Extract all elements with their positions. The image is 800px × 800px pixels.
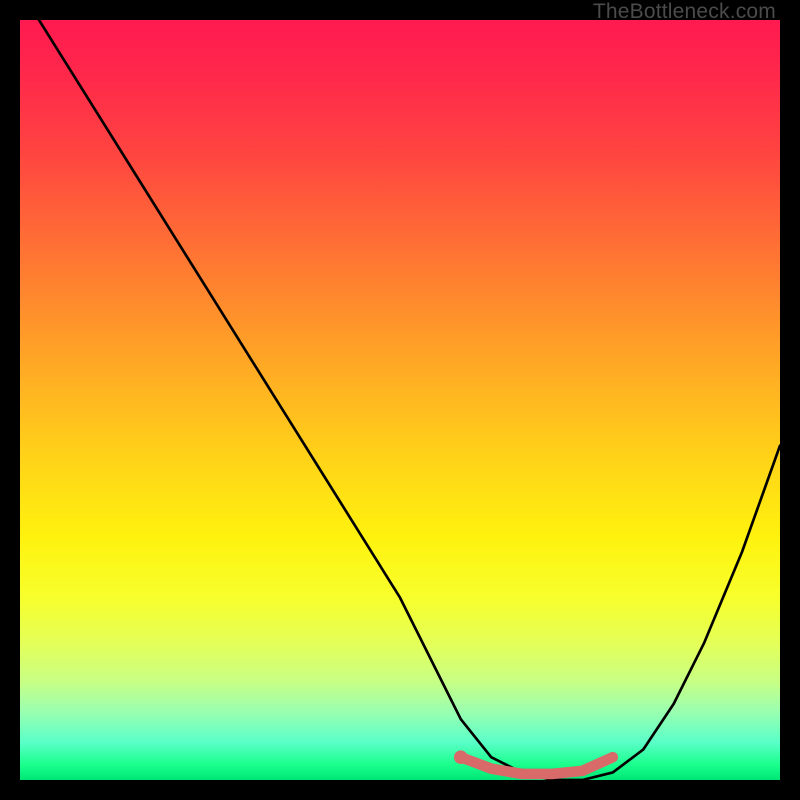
optimal-start-dot <box>454 750 468 764</box>
bottleneck-curve-path <box>20 20 780 780</box>
chart-frame: TheBottleneck.com <box>0 0 800 800</box>
chart-svg <box>20 20 780 780</box>
optimal-range-path <box>461 757 613 774</box>
